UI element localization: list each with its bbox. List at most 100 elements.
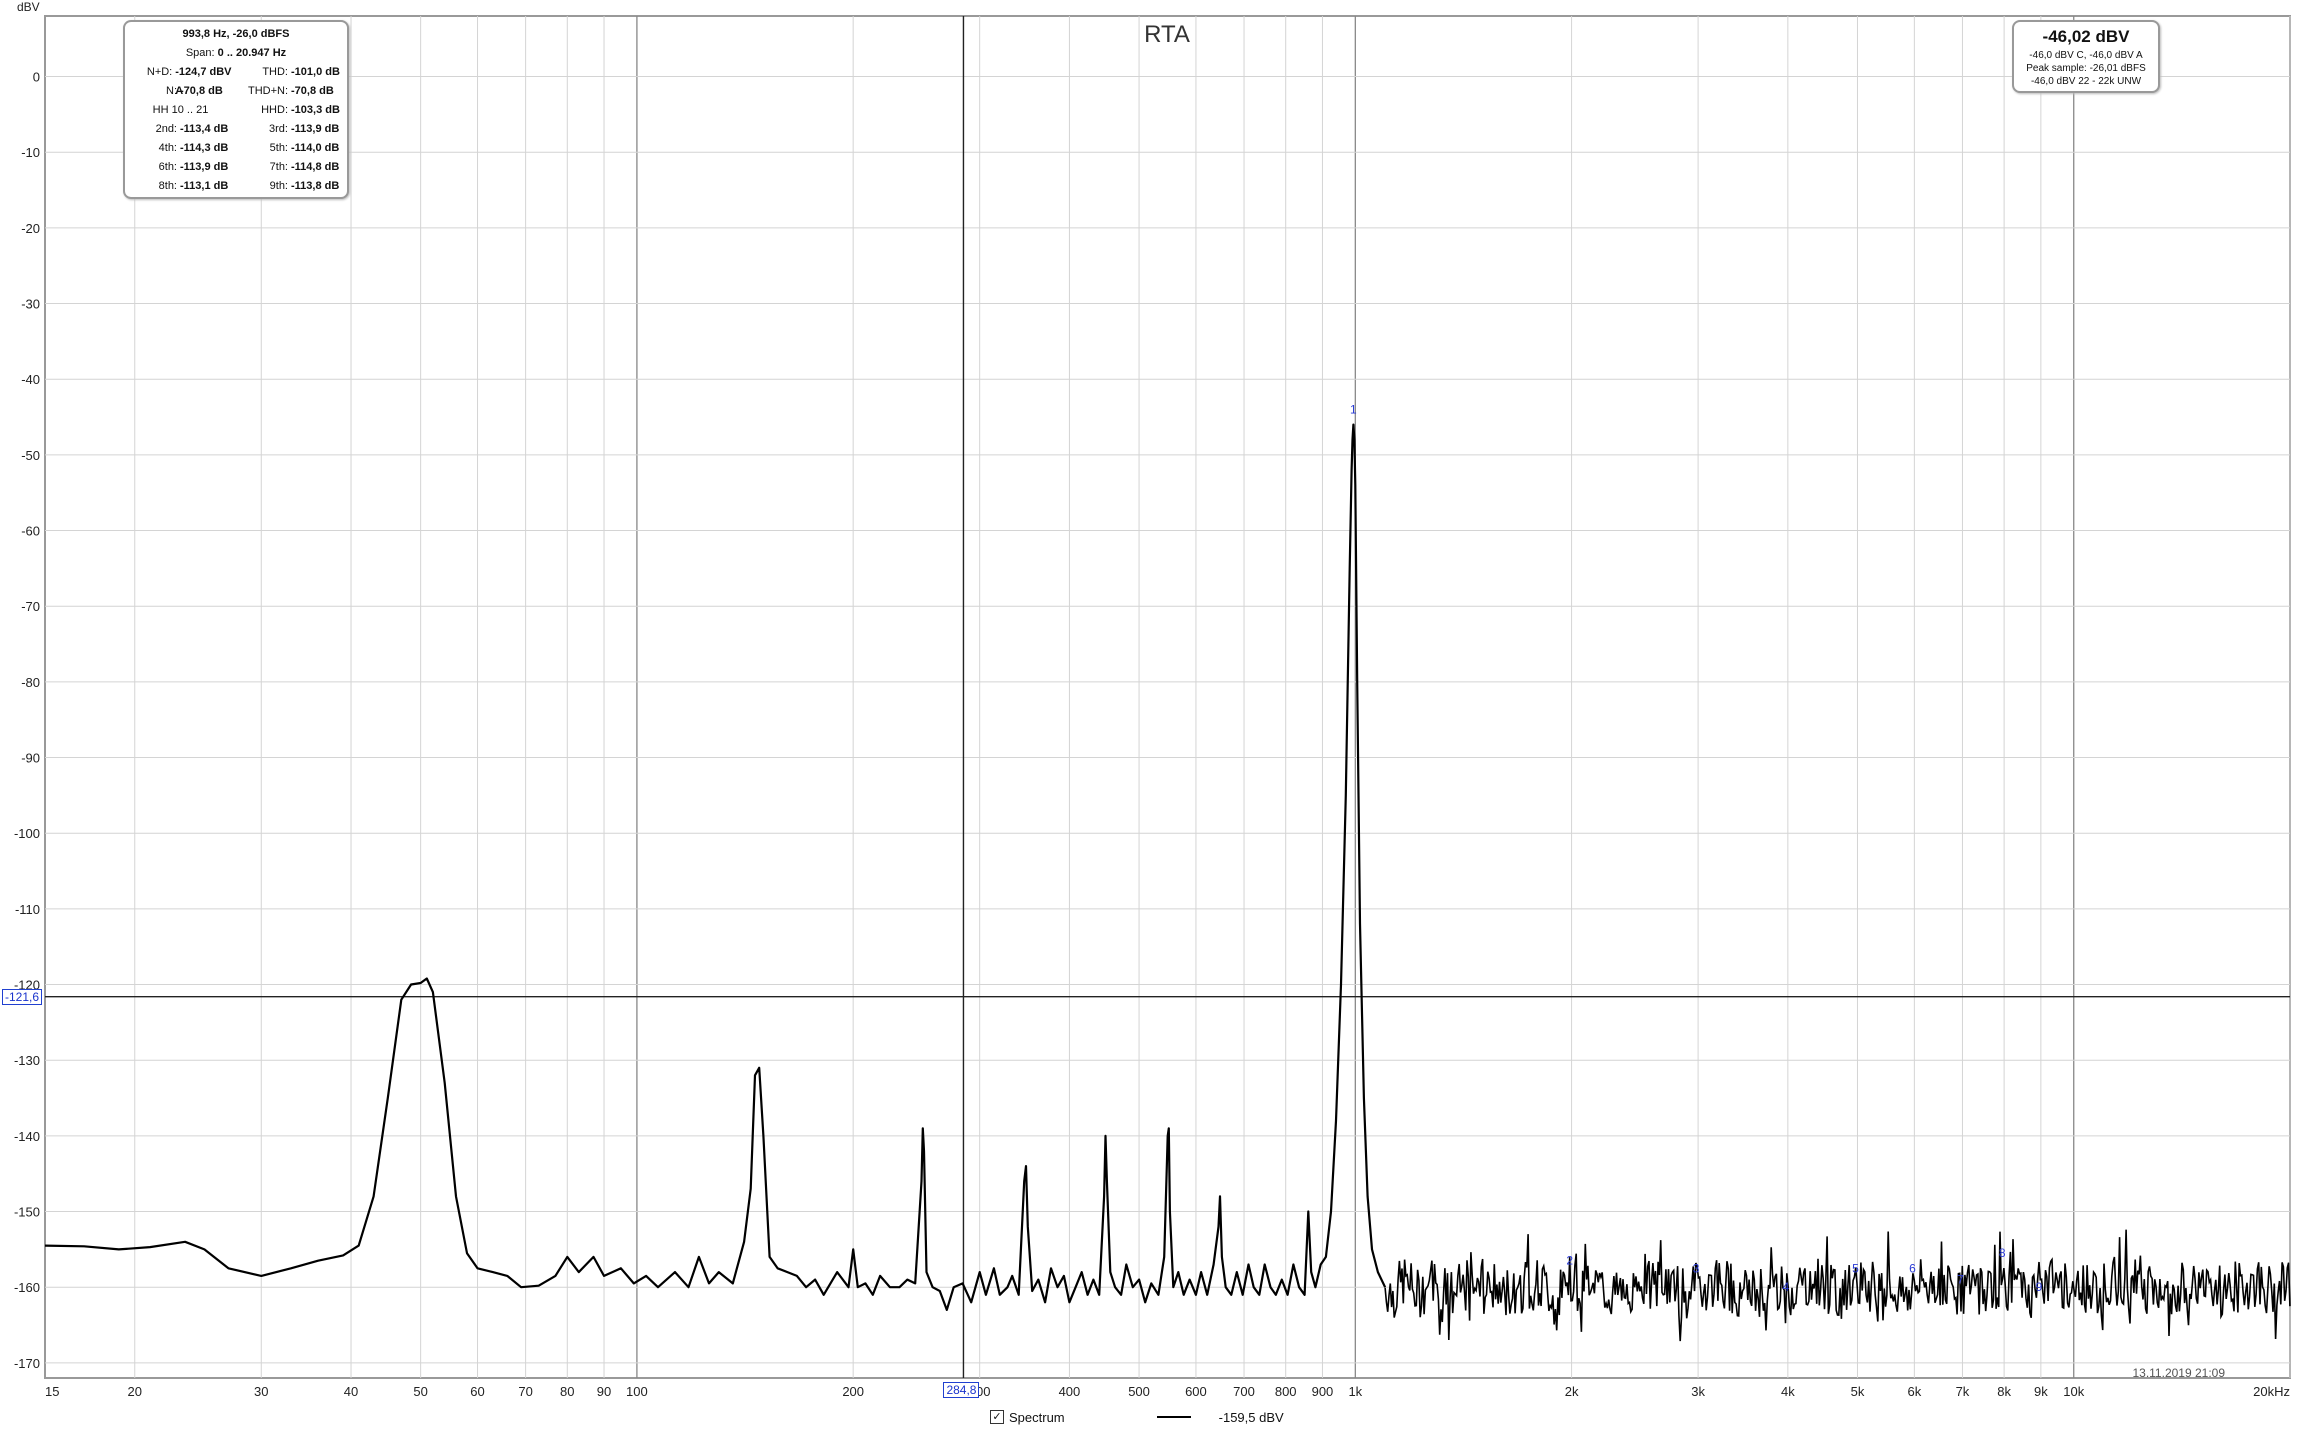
- x-tick-label: 90: [597, 1384, 611, 1399]
- x-tick-label: 800: [1275, 1384, 1297, 1399]
- stats-cell: 6th: -113,9 dB: [125, 158, 236, 177]
- legend-series-value: -159,5 dBV: [1218, 1409, 1284, 1425]
- x-tick-label: 15: [45, 1384, 59, 1399]
- x-tick-label: 100: [626, 1384, 648, 1399]
- x-tick-label: 600: [1185, 1384, 1207, 1399]
- cursor-y-readout[interactable]: -121,6: [2, 988, 43, 1005]
- stats-cell: N+D: -124,7 dBV A: [125, 63, 236, 97]
- stats-cell: 3rd: -113,9 dB: [236, 120, 347, 139]
- stats-key: THD:: [262, 66, 288, 78]
- stats-value: -124,7 dBV A: [175, 66, 232, 97]
- harmonic-marker-label: 7: [1957, 1273, 1964, 1287]
- stats-value: -114,0 dB: [291, 142, 340, 154]
- stats-key: 8th:: [158, 180, 177, 192]
- legend-series-name: Spectrum: [1009, 1409, 1065, 1425]
- stats-key: 6th:: [158, 161, 177, 173]
- chart-title: RTA: [1144, 21, 1190, 48]
- x-tick-label: 30: [254, 1384, 268, 1399]
- level-main-value: -46,02 dBV: [2042, 27, 2130, 46]
- stats-row: HH 10 .. 21 HHD: -103,3 dB: [125, 101, 347, 120]
- x-tick-label: 400: [1059, 1384, 1081, 1399]
- y-tick-label: -130: [14, 1053, 40, 1068]
- stats-cell: HHD: -103,3 dB: [236, 101, 347, 120]
- stats-cell: 9th: -113,8 dB: [236, 177, 347, 196]
- stats-key: 3rd:: [269, 123, 288, 135]
- x-tick-label: 70: [518, 1384, 532, 1399]
- x-tick-label: 500: [1128, 1384, 1150, 1399]
- x-tick-label: 10k: [2063, 1384, 2084, 1399]
- stats-key: 9th:: [269, 180, 288, 192]
- stats-value: HH 10 .. 21: [152, 104, 209, 116]
- stats-cell: 8th: -113,1 dB: [125, 177, 236, 196]
- y-tick-label: 0: [33, 70, 40, 85]
- distortion-stats-box[interactable]: 993,8 Hz, -26,0 dBFS Span: 0 .. 20.947 H…: [123, 20, 349, 199]
- x-tick-label: 200: [842, 1384, 864, 1399]
- stats-value: -70,8 dB: [180, 85, 223, 97]
- stats-row: 2nd: -113,4 dB 3rd: -113,9 dB: [125, 120, 347, 139]
- stats-cell: 2nd: -113,4 dB: [125, 120, 236, 139]
- stats-key: 5th:: [269, 142, 288, 154]
- stats-row: N: -70,8 dB THD+N: -70,8 dB: [125, 82, 347, 101]
- x-tick-label: 9k: [2034, 1384, 2048, 1399]
- harmonic-marker-label: 6: [1909, 1261, 1916, 1275]
- y-axis-unit-label: dBV: [17, 0, 40, 14]
- stats-cell: THD: -101,0 dB: [236, 63, 347, 82]
- stats-key: 7th:: [269, 161, 288, 173]
- y-tick-label: -60: [21, 524, 40, 539]
- stats-row: 6th: -113,9 dB 7th: -114,8 dB: [125, 158, 347, 177]
- stats-value: -113,8 dB: [291, 180, 340, 192]
- x-tick-label: 700: [1233, 1384, 1255, 1399]
- stats-value: -113,9 dB: [291, 123, 340, 135]
- y-tick-label: -110: [15, 902, 40, 917]
- stats-key: THD+N:: [247, 85, 288, 97]
- x-tick-label: 3k: [1691, 1384, 1705, 1399]
- x-tick-labels: 15 20 30 40 50 60 70 80 90 100 200 300 400 500 600 700 8…: [45, 1384, 2290, 1399]
- stats-key: 2nd:: [155, 123, 177, 135]
- harmonic-marker-label: 3: [1693, 1261, 1700, 1275]
- x-tick-label: 1k: [1348, 1384, 1362, 1399]
- y-tick-label: -170: [14, 1356, 40, 1371]
- stats-value: -113,1 dB: [180, 180, 229, 192]
- stats-value: -113,4 dB: [180, 123, 229, 135]
- stats-cell: THD+N: -70,8 dB: [236, 82, 347, 101]
- stats-header: 993,8 Hz, -26,0 dBFS: [182, 28, 290, 40]
- level-peak-sample: Peak sample: -26,01 dBFS: [2026, 63, 2146, 74]
- y-tick-label: -140: [14, 1129, 40, 1144]
- stats-key: N:: [166, 85, 177, 97]
- x-tick-label: 4k: [1781, 1384, 1795, 1399]
- cursor-x-readout[interactable]: 284,8: [943, 1382, 980, 1398]
- stats-value: -101,0 dB: [291, 66, 340, 78]
- stats-value: -103,3 dB: [291, 104, 340, 116]
- legend-line-swatch: [1156, 1416, 1191, 1418]
- level-weighted-values: -46,0 dBV C, -46,0 dBV A: [2029, 50, 2143, 61]
- spectrum-checkbox[interactable]: ✓: [990, 1410, 1004, 1424]
- x-tick-label: 900: [1312, 1384, 1334, 1399]
- harmonic-marker-label: 1: [1350, 402, 1357, 416]
- x-tick-label: 50: [413, 1384, 427, 1399]
- stats-rows: N+D: -124,7 dBV A THD: -101,0 dB N: -70,8 dB T…: [125, 63, 347, 196]
- x-tick-label: 5k: [1851, 1384, 1865, 1399]
- x-tick-label: 6k: [1907, 1384, 1921, 1399]
- x-tick-label: 40: [344, 1384, 358, 1399]
- stats-value: -70,8 dB: [291, 85, 334, 97]
- stats-key: HHD:: [261, 104, 288, 116]
- y-tick-label: -150: [14, 1205, 40, 1220]
- level-readout-box[interactable]: -46,02 dBV -46,0 dBV C, -46,0 dBV A Peak…: [2012, 20, 2160, 93]
- stats-span: Span: 0 .. 20.947 Hz: [185, 47, 287, 59]
- stats-cell: N: -70,8 dB: [125, 82, 236, 101]
- x-tick-label: 20: [128, 1384, 142, 1399]
- stats-value: -113,9 dB: [180, 161, 229, 173]
- timestamp: 13.11.2019 21:09: [2132, 1366, 2225, 1380]
- stats-key: N+D:: [146, 66, 173, 78]
- stats-cell: 7th: -114,8 dB: [236, 158, 347, 177]
- stats-key: 4th:: [158, 142, 177, 154]
- x-tick-label: 20kHz: [2253, 1384, 2290, 1399]
- y-tick-label: -30: [21, 297, 40, 312]
- harmonic-marker-label: 8: [1999, 1246, 2006, 1260]
- y-tick-label: -10: [21, 145, 40, 160]
- y-tick-label: -160: [14, 1280, 40, 1295]
- rta-chart[interactable]: 0-10-20-30-40-50-60-70-80-90-100-110-120…: [0, 0, 2305, 1429]
- stats-row: N+D: -124,7 dBV A THD: -101,0 dB: [125, 63, 347, 97]
- y-tick-labels: 0-10-20-30-40-50-60-70-80-90-100-110-120…: [14, 70, 40, 1371]
- y-tick-label: -80: [21, 675, 40, 690]
